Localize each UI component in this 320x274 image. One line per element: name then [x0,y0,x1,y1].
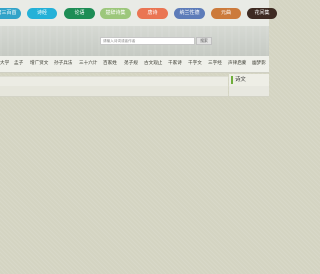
top-nav-button-tangshi[interactable]: 唐诗 [137,8,168,19]
nav-link-shenglv[interactable]: 声律启蒙 [228,61,246,67]
nav-link-youmengying[interactable]: 幽梦影 [252,61,266,67]
top-nav-button-nalan[interactable]: 纳兰性德 [174,8,205,19]
nav-link-mengzi[interactable]: 孟子 [14,61,23,67]
nav-link-sanzijing[interactable]: 三字经 [208,61,222,67]
sidebar-accent-bar [231,76,233,84]
nav-link-36ji[interactable]: 三十六计 [79,61,97,67]
nav-link-guwen[interactable]: 古文观止 [144,61,162,67]
content-header-strip [0,76,228,86]
top-nav-button-yuanqu[interactable]: 元曲 [211,8,241,19]
content-subheader-strip [0,86,228,97]
sidebar-strip [229,86,269,97]
sidebar-title: 诗文 [235,77,246,83]
top-nav-button-tang-300[interactable]: 唐三百首 [0,8,21,19]
nav-link-daxue[interactable]: 大学 [0,61,9,67]
top-nav-button-lunyu[interactable]: 论语 [64,8,95,19]
search-input[interactable] [100,37,195,45]
nav-link-qianjiashi[interactable]: 千家诗 [168,61,182,67]
nav-link-zengguang[interactable]: 增广贤文 [30,61,48,67]
top-nav-button-huajianji[interactable]: 花间集 [247,8,277,19]
top-nav-button-shijing[interactable]: 诗经 [27,8,57,19]
nav-link-baijiaxing[interactable]: 百家姓 [103,61,117,67]
nav-link-dizigui[interactable]: 弟子规 [124,61,138,67]
nav-link-sunzi[interactable]: 孙子兵法 [54,61,72,67]
nav-link-qianziwen[interactable]: 千字文 [188,61,202,67]
search-button[interactable]: 搜索 [196,37,212,45]
top-nav-button-chuci[interactable]: 楚辞诗集 [100,8,131,19]
